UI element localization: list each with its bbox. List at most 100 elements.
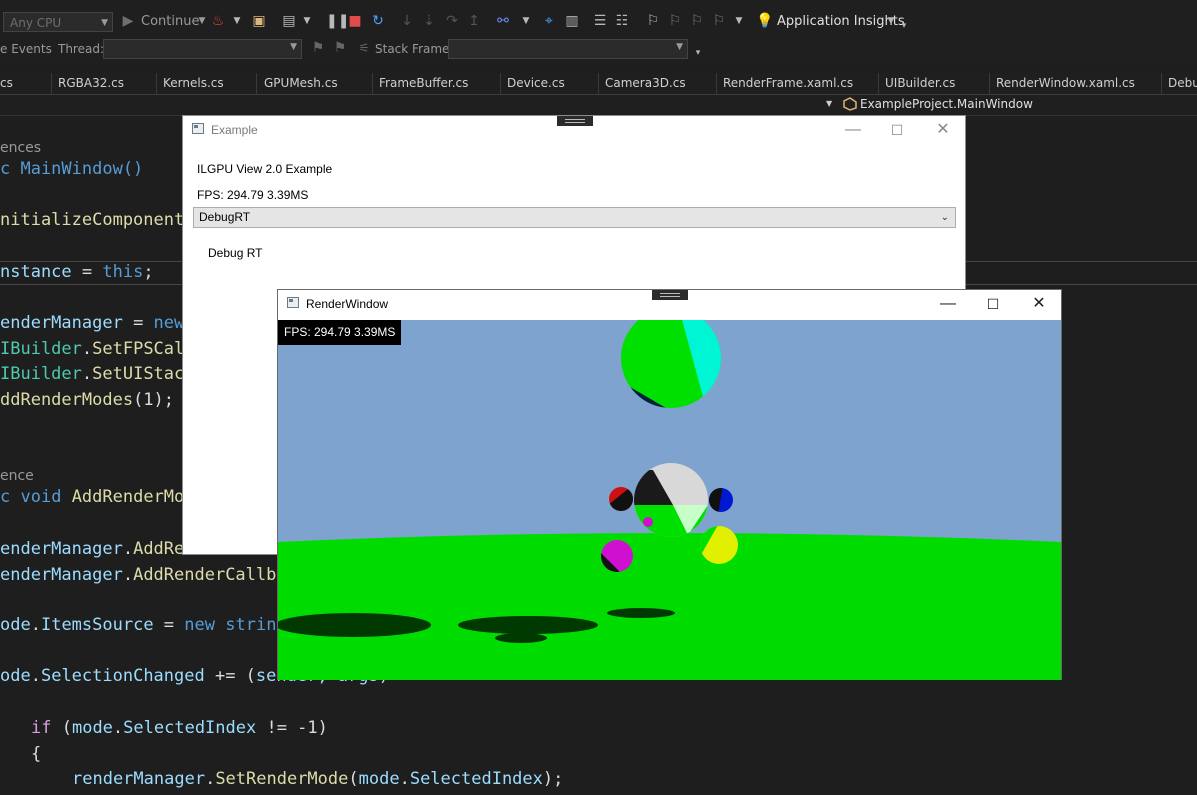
platform-value: Any CPU xyxy=(10,16,62,30)
code-line: nstance = this; xyxy=(0,262,154,282)
memory-icon[interactable]: ▥ xyxy=(564,13,580,29)
bookmark-icon[interactable]: ⚐ xyxy=(645,13,661,29)
code-token: . xyxy=(81,364,93,384)
code-token: . xyxy=(30,615,41,635)
tab-debug[interactable]: Debu xyxy=(1168,76,1197,90)
bookmark-prev-icon[interactable]: ⚐ xyxy=(667,13,683,29)
code-token: strin xyxy=(225,615,277,635)
hot-path-icon[interactable]: ⚯ xyxy=(495,13,511,29)
tab-separator xyxy=(256,73,257,94)
render-window[interactable]: RenderWindow — ☐ ✕ FPS: 294.79 3.39MS xyxy=(277,289,1062,680)
step-over-icon[interactable]: ⇣ xyxy=(421,13,437,29)
minimize-button[interactable]: — xyxy=(933,293,963,315)
maximize-button[interactable]: ☐ xyxy=(882,119,912,141)
restart-icon[interactable]: ↻ xyxy=(370,13,386,29)
bookmark-clear-icon[interactable]: ⚐ xyxy=(711,13,727,29)
code-token: = xyxy=(71,262,103,282)
show-threads-icon[interactable]: ⌖ xyxy=(541,13,557,29)
window-title: Example xyxy=(211,123,258,137)
member-dropdown[interactable]: ExampleProject.MainWindow xyxy=(860,97,1033,111)
format-icon[interactable]: ☷ xyxy=(614,13,630,29)
tab-camera3d[interactable]: Camera3D.cs xyxy=(605,76,686,90)
chevron-down-icon[interactable]: ▼ xyxy=(731,13,747,29)
code-token: new xyxy=(184,615,215,635)
code-token: AddRe xyxy=(133,539,185,559)
close-button[interactable]: ✕ xyxy=(928,119,958,141)
play-icon[interactable]: ▶ xyxy=(120,13,136,29)
stack-frame-combo[interactable]: ▼ xyxy=(448,39,688,59)
step-into-icon[interactable]: ↓ xyxy=(399,13,415,29)
tab-framebuffer[interactable]: FrameBuffer.cs xyxy=(379,76,468,90)
overflow-icon[interactable]: ▾ xyxy=(690,45,706,61)
thread-label: Thread: xyxy=(58,42,105,56)
drag-handle[interactable] xyxy=(652,290,688,300)
chevron-down-icon[interactable]: ▼ xyxy=(194,13,210,29)
tab-separator xyxy=(716,73,717,94)
app-icon xyxy=(192,123,204,134)
window-layout-icon[interactable]: ▤ xyxy=(281,13,297,29)
code-token: this xyxy=(102,262,144,282)
minimize-button[interactable]: — xyxy=(838,119,868,141)
tab-cs[interactable]: cs xyxy=(0,76,13,90)
tab-renderwindow[interactable]: RenderWindow.xaml.cs xyxy=(996,76,1135,90)
fps-label: FPS: 294.79 3.39MS xyxy=(197,188,309,202)
code-token: IBuilder xyxy=(0,339,82,359)
tab-uibuilder[interactable]: UIBuilder.cs xyxy=(885,76,955,90)
step-out-icon[interactable]: ↥ xyxy=(466,13,482,29)
stop-icon[interactable]: ■ xyxy=(347,13,363,29)
continue-button[interactable]: Continue xyxy=(141,14,199,30)
code-line: renderManager.SetRenderMode(mode.Selecte… xyxy=(72,769,563,789)
render-viewport[interactable]: FPS: 294.79 3.39MS xyxy=(278,320,1061,680)
flag-icon[interactable]: ⚑ xyxy=(310,40,326,56)
flag-threads-icon[interactable]: ⚑ xyxy=(332,40,348,56)
app-heading: ILGPU View 2.0 Example xyxy=(197,162,333,176)
chevron-down-icon: ▼ xyxy=(676,42,683,52)
sphere xyxy=(643,517,653,527)
render-mode-select[interactable]: DebugRT ⌄ xyxy=(193,207,956,228)
shadow xyxy=(458,616,598,634)
bookmark-next-icon[interactable]: ⚐ xyxy=(689,13,705,29)
code-token: AddRenderCallb xyxy=(133,565,277,585)
hot-reload-icon[interactable]: ♨ xyxy=(210,13,226,29)
drag-handle[interactable] xyxy=(557,116,593,126)
tab-device[interactable]: Device.cs xyxy=(507,76,565,90)
lightbulb-icon[interactable]: 💡 xyxy=(756,13,773,29)
chevron-down-icon[interactable]: ▼ xyxy=(518,13,534,29)
code-token: . xyxy=(112,718,124,738)
tab-kernels[interactable]: Kernels.cs xyxy=(163,76,224,90)
chevron-down-icon: ▼ xyxy=(101,18,108,28)
codelens-references[interactable]: ence xyxy=(0,468,34,484)
code-token: c xyxy=(0,487,21,507)
align-left-icon[interactable]: ☰ xyxy=(592,13,608,29)
platform-combo[interactable]: Any CPU ▼ xyxy=(3,12,113,32)
code-token: enderManager xyxy=(0,313,123,333)
pause-icon[interactable]: ❚❚ xyxy=(326,13,349,29)
code-token: ( xyxy=(348,769,359,789)
code-line: if (mode.SelectedIndex != -1) xyxy=(31,718,328,738)
tab-gpumesh[interactable]: GPUMesh.cs xyxy=(264,76,338,90)
code-token: SetRenderMode xyxy=(215,769,349,789)
tab-renderframe[interactable]: RenderFrame.xaml.cs xyxy=(723,76,853,90)
chevron-down-icon: ▼ xyxy=(290,42,297,52)
overflow-icon[interactable]: ▾ xyxy=(896,18,912,34)
codelens-references[interactable]: ences xyxy=(0,140,41,156)
close-button[interactable]: ✕ xyxy=(1024,293,1054,315)
app-icon xyxy=(287,297,299,308)
tab-separator xyxy=(51,73,52,94)
tab-separator xyxy=(598,73,599,94)
code-line: enderManager.AddRenderCallb xyxy=(0,565,276,585)
tab-rgba32[interactable]: RGBA32.cs xyxy=(58,76,124,90)
code-token: ddRenderModes xyxy=(0,390,134,410)
maximize-button[interactable]: ☐ xyxy=(978,293,1008,315)
chevron-down-icon[interactable]: ▼ xyxy=(826,99,832,108)
code-token: enderManager xyxy=(0,539,123,559)
code-token: AddRenderMo xyxy=(71,487,185,507)
folder-icon[interactable]: ▣ xyxy=(251,13,267,29)
chevron-down-icon[interactable]: ▼ xyxy=(299,13,315,29)
code-token: (1); xyxy=(133,390,175,410)
step-back-icon[interactable]: ↷ xyxy=(444,13,460,29)
tab-separator xyxy=(1161,73,1162,94)
chevron-down-icon[interactable]: ▼ xyxy=(229,13,245,29)
thread-combo[interactable]: ▼ xyxy=(103,39,302,59)
code-line: nitializeComponent xyxy=(0,210,185,230)
